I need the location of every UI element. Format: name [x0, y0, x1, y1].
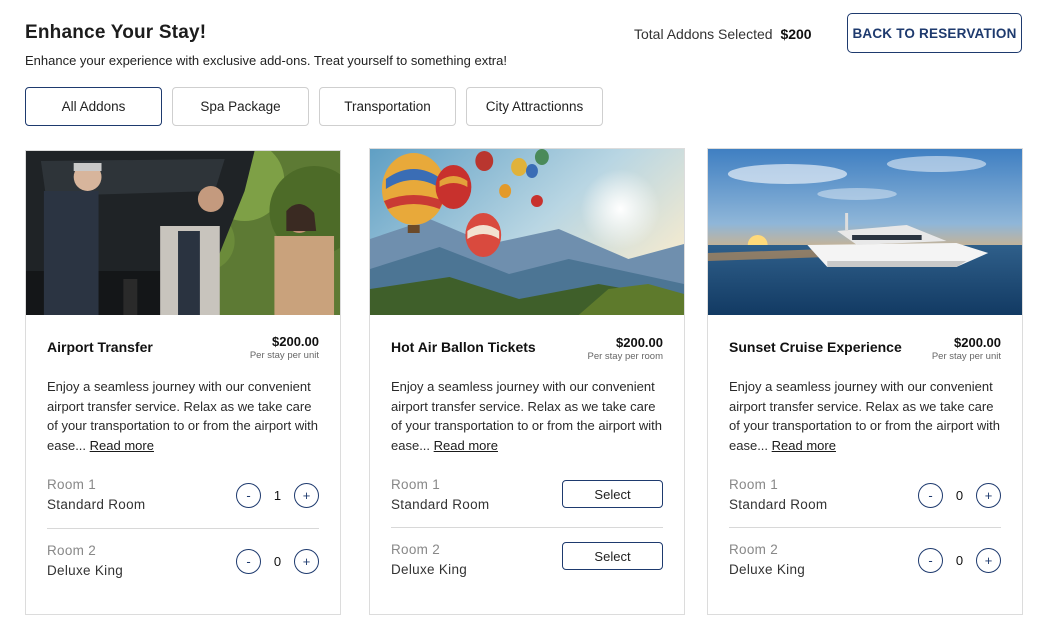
tab-transportation[interactable]: Transportation: [319, 87, 456, 126]
divider: [47, 528, 319, 529]
addon-card-airport-transfer: Airport Transfer $200.00 Per stay per un…: [25, 150, 341, 615]
quantity-value: 1: [273, 488, 282, 503]
description-text: Enjoy a seamless journey with our conven…: [391, 379, 662, 454]
quantity-value: 0: [955, 553, 964, 568]
read-more-link[interactable]: Read more: [772, 438, 836, 453]
price-unit: Per stay per room: [587, 351, 664, 362]
addon-card-hot-air-balloon: Hot Air Ballon Tickets $200.00 Per stay …: [369, 148, 685, 615]
total-addons-label: Total Addons Selected: [634, 26, 773, 42]
divider: [391, 527, 663, 528]
addon-description: Enjoy a seamless journey with our conven…: [729, 377, 1002, 456]
price-unit: Per stay per unit: [931, 351, 1001, 362]
page-title: Enhance Your Stay!: [25, 22, 207, 43]
price-value: $200.00: [616, 335, 663, 350]
total-addons-value: $200: [780, 26, 812, 42]
sunset-cruise-image: [708, 149, 1022, 315]
room-row: Room 1 Standard Room - 1 +: [47, 477, 319, 527]
decrement-button[interactable]: -: [236, 549, 261, 574]
read-more-link[interactable]: Read more: [434, 438, 498, 453]
quantity-stepper: - 0 +: [918, 548, 1001, 573]
tab-all-addons[interactable]: All Addons: [25, 87, 162, 126]
addon-name: Sunset Cruise Experience: [729, 339, 902, 355]
addon-description: Enjoy a seamless journey with our conven…: [47, 377, 320, 456]
price-unit: Per stay per unit: [249, 350, 319, 361]
airport-transfer-image: [26, 151, 340, 315]
filter-tabs: All Addons Spa Package Transportation Ci…: [25, 87, 603, 126]
addon-description: Enjoy a seamless journey with our conven…: [391, 377, 664, 456]
room-row: Room 1 Standard Room Select: [391, 477, 663, 527]
quantity-stepper: - 0 +: [918, 483, 1001, 508]
addon-name: Hot Air Ballon Tickets: [391, 339, 536, 355]
back-to-reservation-button[interactable]: BACK TO RESERVATION: [847, 13, 1022, 53]
total-addons: Total Addons Selected $200: [634, 26, 812, 42]
hot-air-balloon-image: [370, 149, 684, 315]
increment-button[interactable]: +: [294, 549, 319, 574]
price-value: $200.00: [272, 334, 319, 349]
page-subtitle: Enhance your experience with exclusive a…: [25, 53, 507, 68]
addon-card-sunset-cruise: Sunset Cruise Experience $200.00 Per sta…: [707, 148, 1023, 615]
divider: [729, 527, 1001, 528]
room-row: Room 1 Standard Room - 0 +: [729, 477, 1001, 527]
room-row: Room 2 Deluxe King Select: [391, 542, 663, 592]
quantity-value: 0: [273, 554, 282, 569]
select-button[interactable]: Select: [562, 480, 663, 508]
increment-button[interactable]: +: [294, 483, 319, 508]
select-button[interactable]: Select: [562, 542, 663, 570]
description-text: Enjoy a seamless journey with our conven…: [47, 379, 318, 454]
description-text: Enjoy a seamless journey with our conven…: [729, 379, 1000, 454]
decrement-button[interactable]: -: [236, 483, 261, 508]
increment-button[interactable]: +: [976, 548, 1001, 573]
quantity-stepper: - 1 +: [236, 483, 319, 508]
decrement-button[interactable]: -: [918, 548, 943, 573]
quantity-stepper: - 0 +: [236, 549, 319, 574]
price-value: $200.00: [954, 335, 1001, 350]
increment-button[interactable]: +: [976, 483, 1001, 508]
tab-spa-package[interactable]: Spa Package: [172, 87, 309, 126]
room-row: Room 2 Deluxe King - 0 +: [729, 542, 1001, 592]
addon-price: $200.00 Per stay per room: [588, 335, 664, 362]
quantity-value: 0: [955, 488, 964, 503]
read-more-link[interactable]: Read more: [90, 438, 154, 453]
addon-price: $200.00 Per stay per unit: [250, 334, 319, 361]
decrement-button[interactable]: -: [918, 483, 943, 508]
addon-price: $200.00 Per stay per unit: [932, 335, 1001, 362]
addon-name: Airport Transfer: [47, 339, 153, 355]
room-row: Room 2 Deluxe King - 0 +: [47, 543, 319, 593]
tab-city-attractions[interactable]: City Attractionns: [466, 87, 603, 126]
